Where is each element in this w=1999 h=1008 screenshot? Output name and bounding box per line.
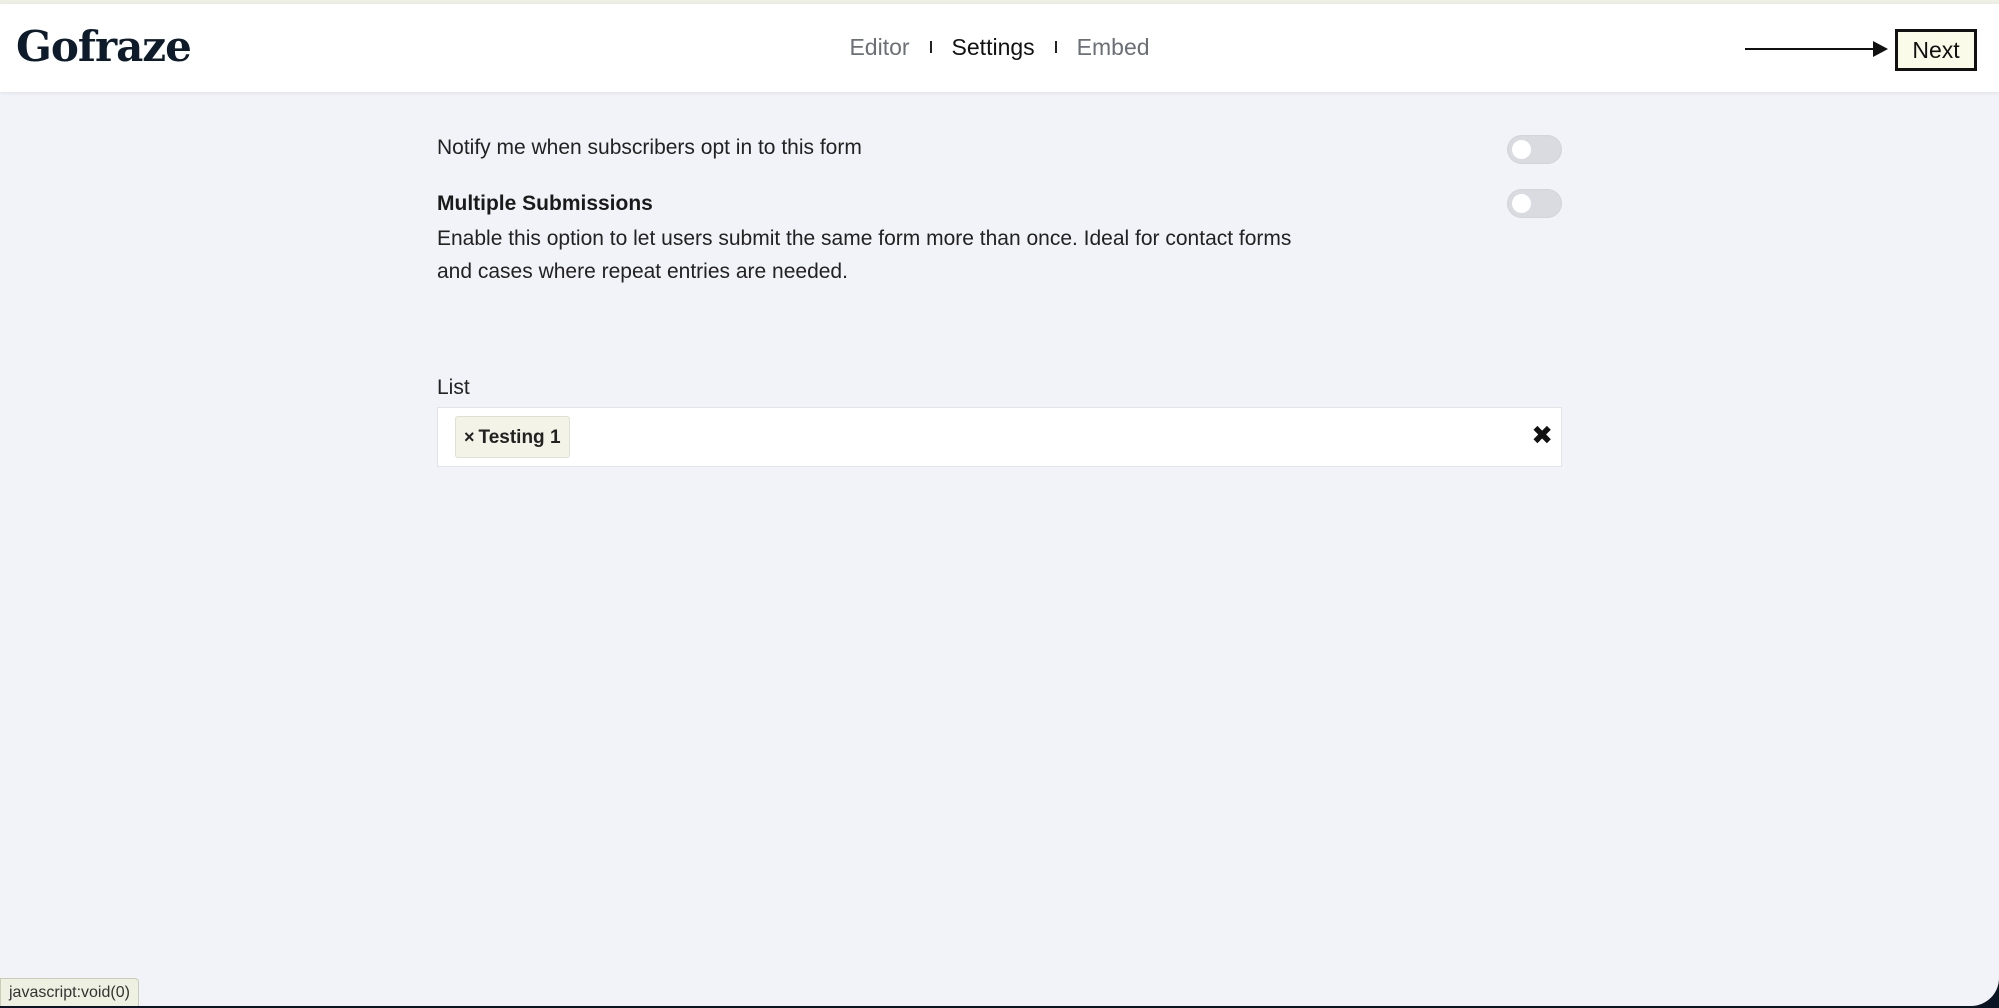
notify-toggle[interactable] [1507,135,1562,164]
list-label: List [437,376,470,399]
app-header: Gofraze Editor Settings Embed Next [0,4,1999,92]
description-line: Enable this option to let users submit t… [437,227,1292,250]
step-nav: Editor Settings Embed [0,34,1999,61]
tab-embed[interactable]: Embed [1077,34,1150,60]
next-button[interactable]: Next [1895,29,1977,71]
description-line: and cases where repeat entries are neede… [437,260,848,283]
multiple-submissions-title: Multiple Submissions [437,192,653,215]
nav-separator [1054,41,1057,53]
notify-label: Notify me when subscribers opt in to thi… [437,136,862,159]
multiple-submissions-toggle[interactable] [1507,189,1562,218]
clear-selection-icon[interactable]: ✖ [1531,420,1553,451]
browser-status-bar: javascript:void(0) [0,978,139,1008]
arrow-head-icon [1873,41,1888,57]
nav-separator [929,41,932,53]
arrow-right-icon [1745,48,1875,50]
list-select[interactable]: × Testing 1 ✖ [437,407,1562,467]
tab-settings[interactable]: Settings [952,34,1035,60]
tab-editor[interactable]: Editor [849,34,909,60]
remove-tag-icon[interactable]: × [464,427,475,447]
selected-list-tag: × Testing 1 [455,416,570,458]
tag-label: Testing 1 [478,427,561,448]
toggle-knob [1512,140,1531,159]
multiple-submissions-description: Enable this option to let users submit t… [437,222,1357,288]
toggle-knob [1512,194,1531,213]
